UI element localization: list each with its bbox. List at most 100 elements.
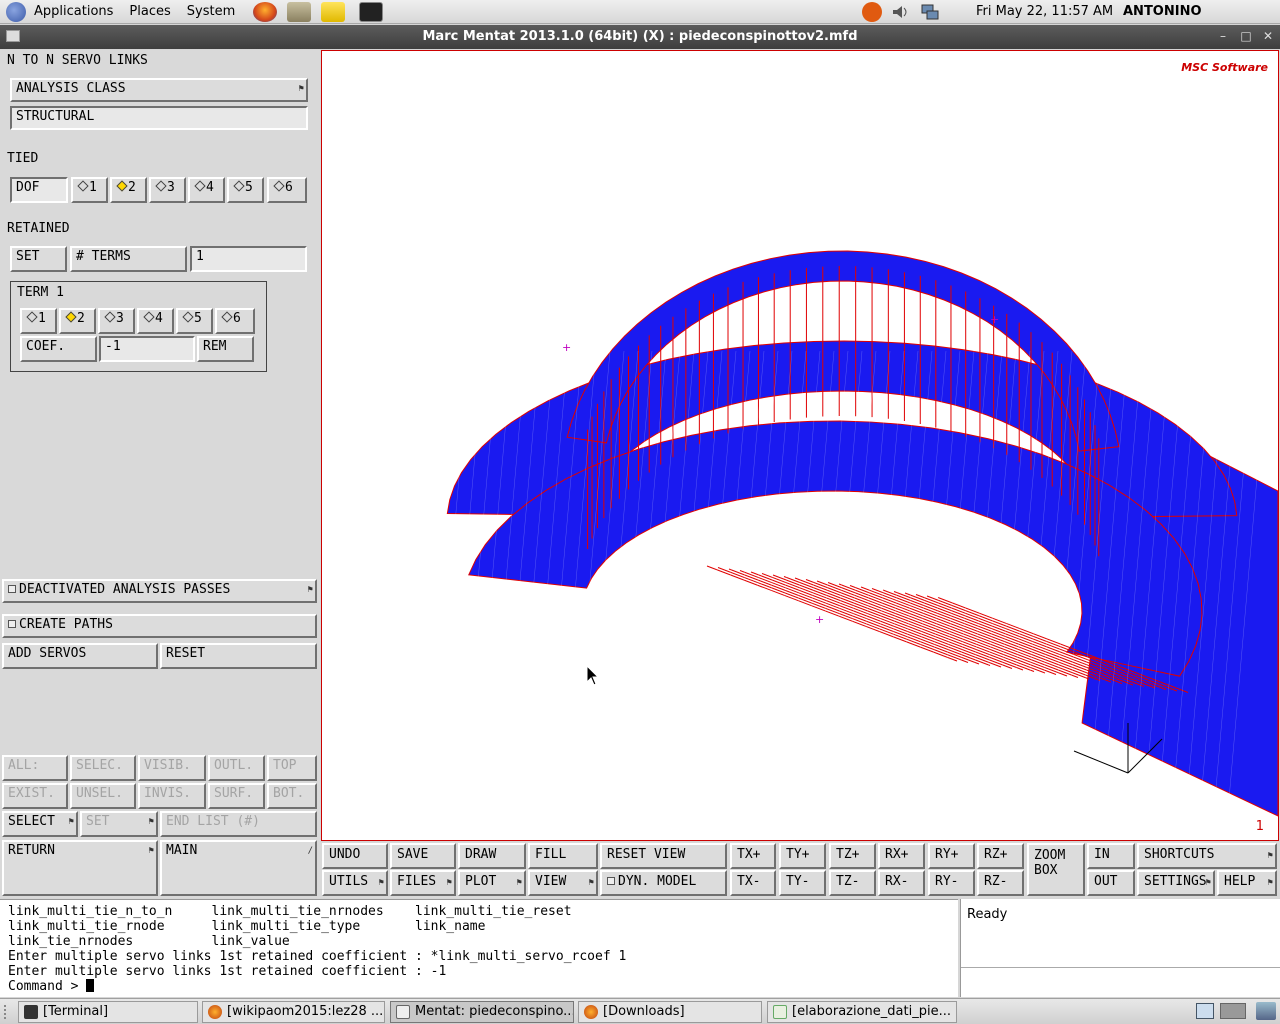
settings-button[interactable]: SETTINGS ⚑ (1137, 870, 1215, 896)
set-button-disabled[interactable]: SET ⚑ (80, 811, 158, 837)
clock[interactable]: Fri May 22, 11:57 AM (976, 0, 1113, 24)
save-button[interactable]: SAVE (390, 843, 456, 869)
network-icon[interactable] (920, 2, 940, 22)
files-button[interactable]: FILES ⚑ (390, 870, 456, 896)
term-dof-6[interactable]: 6 (215, 308, 255, 334)
dof-value: 3 (167, 180, 175, 195)
task-mentat[interactable]: Mentat: piedeconspino... (390, 1001, 574, 1023)
select-button[interactable]: SELECT ⚑ (2, 811, 78, 837)
term-dof-3[interactable]: 3 (98, 308, 135, 334)
minimize-button[interactable]: – (1215, 28, 1231, 44)
tied-dof-6[interactable]: 6 (267, 177, 307, 203)
ry-minus-button[interactable]: RY- (928, 870, 975, 896)
close-button[interactable]: ✕ (1260, 28, 1276, 44)
radio-icon (221, 311, 233, 323)
terminal-launcher-icon[interactable] (359, 1, 384, 22)
rz-plus-button[interactable]: RZ+ (977, 843, 1024, 869)
shortcuts-button[interactable]: SHORTCUTS ⚑ (1137, 843, 1277, 869)
rx-plus-button[interactable]: RX+ (878, 843, 925, 869)
tied-dof-2[interactable]: 2 (110, 177, 147, 203)
deactivated-passes-button[interactable]: DEACTIVATED ANALYSIS PASSES ⚑ (2, 579, 317, 603)
frame-number: 1 (1255, 819, 1264, 834)
shortcuts-label: SHORTCUTS (1144, 847, 1215, 862)
retained-set-button[interactable]: SET (10, 246, 67, 272)
term-dof-2[interactable]: 2 (59, 308, 96, 334)
tied-dof-5[interactable]: 5 (227, 177, 264, 203)
zoom-box-button[interactable]: ZOOM BOX (1027, 843, 1085, 896)
top-panel: Applications Places System Fri May 22, 1… (0, 0, 1280, 43)
show-desktop-icon[interactable] (1196, 1003, 1214, 1019)
term-dof-4[interactable]: 4 (137, 308, 174, 334)
analysis-class-button[interactable]: ANALYSIS CLASS ⚑ (10, 78, 308, 102)
view-button[interactable]: VIEW ⚑ (528, 870, 598, 896)
terms-button[interactable]: # TERMS (70, 246, 187, 272)
task-label: [Terminal] (43, 1004, 109, 1019)
gnome-foot-icon[interactable] (6, 1, 26, 22)
coef-field[interactable]: -1 (99, 336, 195, 362)
task-downloads[interactable]: [Downloads] (578, 1001, 762, 1023)
sel-visible-button[interactable]: VISIB. (138, 755, 206, 781)
tied-dof-4[interactable]: 4 (188, 177, 225, 203)
firefox-launcher-icon[interactable] (253, 1, 278, 22)
reset-button[interactable]: RESET (160, 643, 317, 669)
radio-icon (233, 180, 245, 192)
create-paths-toggle[interactable]: CREATE PATHS (2, 614, 317, 638)
tz-minus-button[interactable]: TZ- (829, 870, 876, 896)
servo-link-line (816, 580, 1068, 677)
plot-button[interactable]: PLOT ⚑ (458, 870, 526, 896)
volume-icon[interactable] (890, 2, 910, 22)
rem-button[interactable]: REM (197, 336, 254, 362)
ty-plus-button[interactable]: TY+ (779, 843, 826, 869)
undo-button[interactable]: UNDO (322, 843, 388, 869)
fe-model-drawing: + + + (401, 250, 1278, 817)
workspace-switcher[interactable] (1220, 1003, 1246, 1019)
ry-plus-button[interactable]: RY+ (928, 843, 975, 869)
maximize-button[interactable]: □ (1238, 28, 1254, 44)
draw-button[interactable]: DRAW (458, 843, 526, 869)
sel-outline-button[interactable]: OUTL. (208, 755, 265, 781)
sel-unselected-button[interactable]: UNSEL. (70, 783, 136, 809)
mail-launcher-icon[interactable] (287, 1, 312, 22)
applications-menu[interactable]: Applications (26, 0, 121, 24)
system-menu[interactable]: System (179, 0, 243, 24)
sel-surface-button[interactable]: SURF. (208, 783, 265, 809)
command-input[interactable]: Command > (8, 979, 95, 994)
tied-dof-3[interactable]: 3 (149, 177, 186, 203)
sel-invisible-button[interactable]: INVIS. (138, 783, 206, 809)
utils-button[interactable]: UTILS ⚑ (322, 870, 388, 896)
update-notifier-icon[interactable] (862, 2, 882, 22)
graphics-viewport[interactable]: + + + MSC Software 1 (321, 50, 1279, 841)
files-label: FILES (397, 874, 437, 889)
task-terminal[interactable]: [Terminal] (18, 1001, 198, 1023)
term-dof-1[interactable]: 1 (20, 308, 57, 334)
rz-minus-button[interactable]: RZ- (977, 870, 1024, 896)
ty-minus-button[interactable]: TY- (779, 870, 826, 896)
dyn-model-toggle[interactable]: DYN. MODEL (600, 870, 727, 896)
tied-dof-1[interactable]: 1 (71, 177, 108, 203)
tx-minus-button[interactable]: TX- (730, 870, 776, 896)
tx-plus-button[interactable]: TX+ (730, 843, 776, 869)
zoom-out-button[interactable]: OUT (1087, 870, 1135, 896)
sel-existing-button[interactable]: EXIST. (2, 783, 68, 809)
add-servos-button[interactable]: ADD SERVOS (2, 643, 158, 669)
sel-bottom-button[interactable]: BOT. (267, 783, 317, 809)
return-button[interactable]: RETURN ⚑ (2, 840, 158, 896)
help-button[interactable]: HELP ⚑ (1217, 870, 1277, 896)
zoom-in-button[interactable]: IN (1087, 843, 1135, 869)
coef-button[interactable]: COEF. (20, 336, 97, 362)
notes-launcher-icon[interactable] (321, 1, 346, 22)
sel-top-button[interactable]: TOP (267, 755, 317, 781)
task-firefox[interactable]: [wikipaom2015:lez28 ... (202, 1001, 385, 1023)
main-button[interactable]: MAIN / (160, 840, 317, 896)
task-spreadsheet[interactable]: [elaborazione_dati_pie... (767, 1001, 957, 1023)
term-dof-5[interactable]: 5 (176, 308, 213, 334)
places-menu[interactable]: Places (121, 0, 178, 24)
fill-button[interactable]: FILL (528, 843, 598, 869)
end-list-button[interactable]: END LIST (#) (160, 811, 317, 837)
trash-icon[interactable] (1256, 1002, 1276, 1020)
terms-field[interactable]: 1 (190, 246, 307, 272)
reset-view-button[interactable]: RESET VIEW (600, 843, 727, 869)
rx-minus-button[interactable]: RX- (878, 870, 925, 896)
tz-plus-button[interactable]: TZ+ (829, 843, 876, 869)
sel-selected-button[interactable]: SELEC. (70, 755, 136, 781)
